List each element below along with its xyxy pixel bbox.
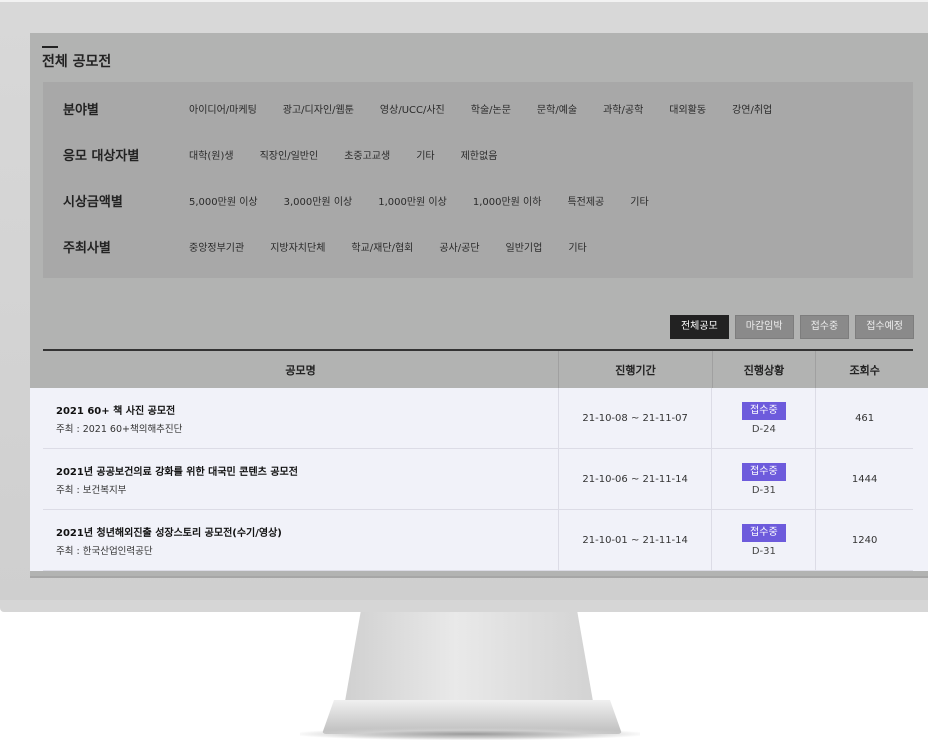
d-day-label: D-31 [751, 484, 776, 496]
status-tabs: 전체공모 마감임박 접수중 접수예정 [669, 315, 914, 339]
status-badge: 접수중 [742, 462, 786, 481]
filter-option[interactable]: 과학/공학 [603, 101, 643, 116]
table-row[interactable]: 2021 60+ 책 사진 공모전 주최 : 2021 60+책의해추진단 21… [43, 388, 913, 449]
status-cell: 접수중 D-31 [712, 510, 817, 570]
status-cell: 접수중 D-24 [712, 388, 817, 448]
filter-option[interactable]: 기타 [568, 239, 586, 254]
contest-organizer: 주최 : 2021 60+책의해추진단 [56, 423, 183, 435]
contest-organizer: 주최 : 한국산업인력공단 [56, 545, 153, 557]
contest-title[interactable]: 2021년 공공보건의료 강화를 위한 대국민 콘텐츠 공모전 [56, 463, 298, 478]
filter-option[interactable]: 일반기업 [506, 239, 543, 254]
status-badge: 접수중 [742, 523, 786, 542]
views-cell: 461 [855, 412, 875, 424]
filter-option[interactable]: 초중고교생 [344, 147, 390, 162]
period-cell: 21-10-06 ~ 21-11-14 [559, 449, 713, 509]
contest-title[interactable]: 2021 60+ 책 사진 공모전 [56, 402, 175, 417]
filter-label: 응모 대상자별 [63, 148, 140, 164]
filter-option[interactable]: 학교/재단/협회 [351, 239, 413, 254]
filter-options: 5,000만원 이상 3,000만원 이상 1,000만원 이상 1,000만원… [189, 193, 675, 208]
d-day-label: D-24 [751, 423, 776, 435]
filter-option[interactable]: 중앙정부기관 [189, 239, 244, 254]
filter-option[interactable]: 기타 [416, 147, 434, 162]
contest-title[interactable]: 2021년 청년해외진출 성장스토리 공모전(수기/영상) [56, 524, 282, 539]
table-row[interactable]: 2021년 공공보건의료 강화를 위한 대국민 콘텐츠 공모전 주최 : 보건복… [43, 449, 913, 510]
contest-table: 공모명 진행기간 진행상황 조회수 [43, 349, 913, 390]
filter-option[interactable]: 기타 [630, 193, 648, 208]
filter-option[interactable]: 특전제공 [567, 193, 604, 208]
tab-open[interactable]: 접수중 [799, 315, 850, 339]
filter-label: 분야별 [63, 102, 99, 118]
filter-option[interactable]: 1,000만원 이하 [473, 193, 542, 208]
table-body: 2021 60+ 책 사진 공모전 주최 : 2021 60+책의해추진단 21… [30, 388, 928, 571]
filter-option[interactable]: 제한없음 [461, 147, 498, 162]
tab-all[interactable]: 전체공모 [669, 315, 729, 339]
page-title: 전체 공모전 [42, 54, 112, 70]
filter-option[interactable]: 5,000만원 이상 [189, 193, 258, 208]
filter-option[interactable]: 광고/디자인/웹툰 [283, 101, 354, 116]
contest-organizer: 주최 : 보건복지부 [56, 484, 127, 496]
filter-option[interactable]: 3,000만원 이상 [284, 193, 353, 208]
column-header-views: 조회수 [849, 364, 880, 377]
period-cell: 21-10-01 ~ 21-11-14 [559, 510, 713, 570]
monitor-shadow [300, 728, 640, 740]
filter-panel: 분야별 아이디어/마케팅 광고/디자인/웹툰 영상/UCC/사진 학술/논문 문… [43, 82, 913, 278]
filter-options: 중앙정부기관 지방자치단체 학교/재단/협회 공사/공단 일반기업 기타 [189, 239, 613, 254]
filter-option[interactable]: 영상/UCC/사진 [380, 101, 445, 116]
status-cell: 접수중 D-31 [712, 449, 817, 509]
contest-name-cell: 2021년 공공보건의료 강화를 위한 대국민 콘텐츠 공모전 주최 : 보건복… [43, 449, 559, 509]
filter-label: 시상금액별 [63, 194, 123, 210]
filter-option[interactable]: 대학(원)생 [189, 147, 234, 162]
table-header: 공모명 진행기간 진행상황 조회수 [43, 351, 913, 390]
tab-upcoming[interactable]: 접수예정 [855, 315, 914, 339]
column-header-status: 진행상황 [713, 351, 817, 389]
filter-options: 아이디어/마케팅 광고/디자인/웹툰 영상/UCC/사진 학술/논문 문학/예술… [189, 101, 798, 116]
column-header-period: 진행기간 [559, 351, 713, 389]
period-cell: 21-10-08 ~ 21-11-07 [559, 388, 713, 448]
filter-label: 주최사별 [63, 240, 111, 256]
filter-option[interactable]: 공사/공단 [439, 239, 479, 254]
views-cell: 1240 [851, 534, 878, 546]
filter-option[interactable]: 지방자치단체 [270, 239, 325, 254]
contest-name-cell: 2021 60+ 책 사진 공모전 주최 : 2021 60+책의해추진단 [43, 388, 559, 448]
table-row[interactable]: 2021년 청년해외진출 성장스토리 공모전(수기/영상) 주최 : 한국산업인… [43, 510, 913, 571]
filter-option[interactable]: 대외활동 [669, 101, 706, 116]
title-accent-line [42, 46, 58, 48]
filter-option[interactable]: 1,000만원 이상 [378, 193, 447, 208]
filter-option[interactable]: 직장인/일반인 [260, 147, 319, 162]
d-day-label: D-31 [751, 545, 776, 557]
views-cell: 1444 [851, 473, 878, 485]
screen-bottom-edge [30, 576, 928, 578]
filter-option[interactable]: 문학/예술 [537, 101, 577, 116]
contest-name-cell: 2021년 청년해외진출 성장스토리 공모전(수기/영상) 주최 : 한국산업인… [43, 510, 559, 570]
filter-option[interactable]: 학술/논문 [471, 101, 511, 116]
status-badge: 접수중 [742, 401, 786, 420]
tab-closing-soon[interactable]: 마감임박 [734, 315, 794, 339]
filter-option[interactable]: 아이디어/마케팅 [189, 101, 257, 116]
column-header-title: 공모명 [43, 351, 560, 389]
filter-options: 대학(원)생 직장인/일반인 초중고교생 기타 제한없음 [189, 147, 523, 162]
filter-option[interactable]: 강연/취업 [732, 101, 772, 116]
